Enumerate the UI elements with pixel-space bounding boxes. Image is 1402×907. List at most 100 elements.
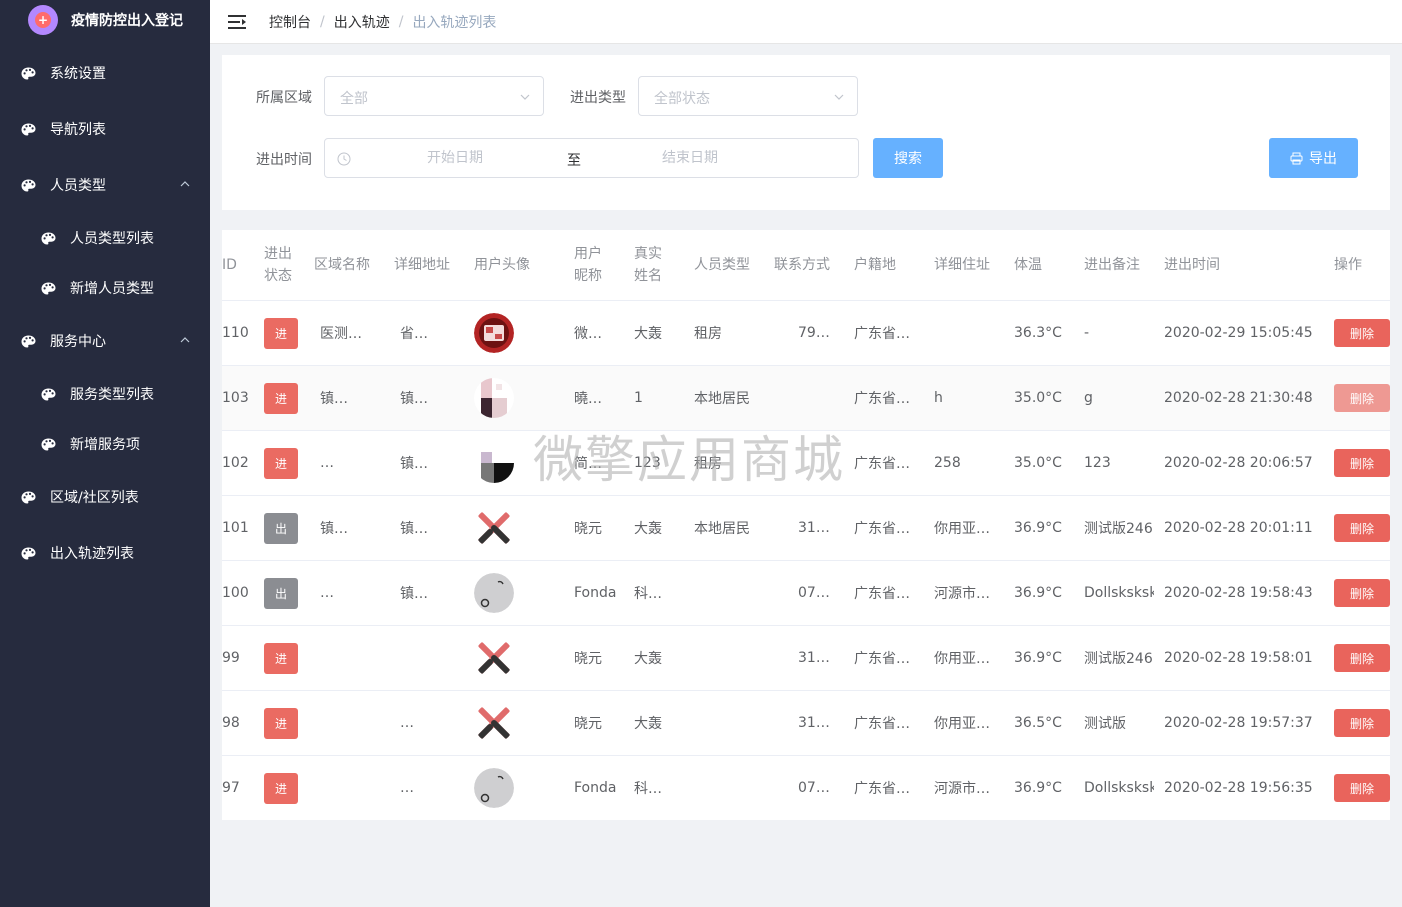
col-header-realname-line2: 姓名 (634, 268, 662, 284)
cell-time: 2020-02-28 20:01:11 (1164, 520, 1313, 536)
cell-avatar (474, 366, 518, 430)
nav-person-type-list[interactable]: 人员类型列表 (0, 210, 210, 266)
palette-icon (20, 545, 36, 561)
cell-hukou: 广东省… (854, 586, 910, 602)
cell-area: 镇… (320, 521, 348, 537)
col-header-status-line2: 状态 (264, 268, 292, 284)
cell-note: 测试版 (1084, 716, 1126, 732)
brand[interactable]: + 疫情防控出入登记 (0, 0, 210, 40)
cell-avatar (474, 626, 518, 690)
cell-avatar (474, 691, 518, 755)
cell-phone: 31… (798, 715, 830, 731)
delete-button[interactable]: 删除 (1334, 579, 1390, 607)
cell-actions: 删除 (1334, 626, 1390, 690)
cell-person-type (694, 756, 766, 820)
delete-button[interactable]: 删除 (1334, 319, 1390, 347)
export-button[interactable]: 导出 (1269, 138, 1358, 178)
time-filter-label: 进出时间 (256, 152, 312, 168)
status-badge: 出 (264, 512, 298, 544)
col-header-actions: 操作 (1334, 257, 1362, 273)
nav-service-type-list[interactable]: 服务类型列表 (0, 366, 210, 422)
cell-avatar (474, 431, 518, 495)
nav-add-service[interactable]: 新增服务项 (0, 416, 210, 472)
delete-button[interactable]: 删除 (1334, 449, 1390, 477)
cell-status: 进 (264, 366, 304, 430)
nav-system-settings[interactable]: 系统设置 (0, 45, 210, 101)
cell-time: 2020-02-28 20:06:57 (1164, 455, 1313, 471)
cell-note: - (1084, 325, 1090, 341)
cell-actions: 删除 (1334, 561, 1390, 625)
cell-actions: 删除 (1334, 366, 1390, 430)
breadcrumb-item-tracks[interactable]: 出入轨迹 (334, 12, 390, 32)
status-badge: 进 (264, 642, 298, 674)
delete-button[interactable]: 删除 (1334, 384, 1390, 412)
search-button[interactable]: 搜索 (873, 138, 943, 178)
nav-area-list[interactable]: 区域/社区列表 (0, 469, 210, 525)
cell-temperature: 36.9°C (1014, 585, 1062, 601)
cell-id: 98 (222, 715, 240, 731)
cell-address (400, 626, 452, 690)
col-header-avatar: 用户头像 (474, 257, 530, 273)
nav-item-label: 系统设置 (50, 66, 106, 82)
status-badge: 进 (264, 447, 298, 479)
date-range-picker[interactable]: 至 (324, 138, 859, 178)
nav-person-type[interactable]: 人员类型 (0, 157, 210, 213)
delete-button[interactable]: 删除 (1334, 774, 1390, 802)
type-select[interactable]: 全部状态 (638, 76, 858, 116)
col-header-realname-line1: 真实 (634, 246, 662, 262)
cell-detail-address (934, 301, 996, 365)
breadcrumb-separator: / (398, 13, 404, 30)
table-row: 97 进 … Fonda 科… 07… 广东省… 河源市… 36.9°C Dollsksksk 20… (222, 755, 1390, 820)
nav-add-person-type[interactable]: 新增人员类型 (0, 260, 210, 316)
delete-button[interactable]: 删除 (1334, 514, 1390, 542)
export-button-label: 导出 (1309, 151, 1337, 167)
col-header-detail-address: 详细住址 (934, 257, 990, 273)
user-avatar (474, 508, 514, 548)
user-avatar (474, 703, 514, 743)
cell-nickname: 晓元 (574, 521, 602, 537)
nav-service-center[interactable]: 服务中心 (0, 313, 210, 369)
chevron-up-icon (180, 337, 190, 343)
cell-avatar (474, 301, 518, 365)
start-date-input[interactable] (365, 147, 545, 169)
end-date-input[interactable] (600, 147, 780, 169)
col-header-status: 进出 状态 (264, 230, 304, 300)
cell-address: 省… (400, 326, 428, 342)
cell-area: 医测… (320, 326, 362, 342)
nav-item-label: 区域/社区列表 (50, 490, 139, 506)
cell-detail-address: 你用亚… (934, 651, 990, 667)
status-badge: 进 (264, 317, 298, 349)
nav-tracks-list[interactable]: 出入轨迹列表 (0, 525, 210, 581)
cell-realname: 大轰 (634, 651, 662, 667)
cell-id: 97 (222, 780, 240, 796)
cell-phone (798, 431, 850, 495)
menu-toggle-icon[interactable] (228, 14, 246, 30)
col-header-nickname-line2: 昵称 (574, 268, 602, 284)
cell-id: 100 (222, 585, 249, 601)
col-header-status-line1: 进出 (264, 246, 292, 262)
cell-nickname: 曉… (574, 391, 602, 407)
cell-time: 2020-02-29 15:05:45 (1164, 325, 1313, 341)
cell-detail-address: 河源市… (934, 781, 990, 797)
col-header-address: 详细地址 (394, 257, 450, 273)
breadcrumb-item-dashboard[interactable]: 控制台 (269, 12, 311, 32)
filter-panel: 所属区域 全部 进出类型 全部状态 进出时间 至 搜索 导出 (222, 55, 1390, 210)
table-row: 102 进 … 镇… 简… 123 租房 广东省… 258 35.0°C 123 2020-02-28… (222, 430, 1390, 495)
status-badge: 进 (264, 772, 298, 804)
palette-icon (40, 230, 56, 246)
user-avatar (474, 443, 514, 483)
area-select[interactable]: 全部 (324, 76, 544, 116)
delete-button[interactable]: 删除 (1334, 709, 1390, 737)
cell-status: 进 (264, 301, 304, 365)
cell-phone: 07… (798, 585, 830, 601)
cell-time: 2020-02-28 19:58:43 (1164, 585, 1313, 601)
user-avatar (474, 573, 514, 613)
cell-phone: 31… (798, 650, 830, 666)
delete-button[interactable]: 删除 (1334, 644, 1390, 672)
cell-address: 镇… (400, 456, 428, 472)
cell-nickname: 微… (574, 326, 602, 342)
area-select-placeholder: 全部 (340, 91, 368, 107)
nav-nav-list[interactable]: 导航列表 (0, 101, 210, 157)
palette-icon (40, 280, 56, 296)
cell-status: 出 (264, 496, 304, 560)
